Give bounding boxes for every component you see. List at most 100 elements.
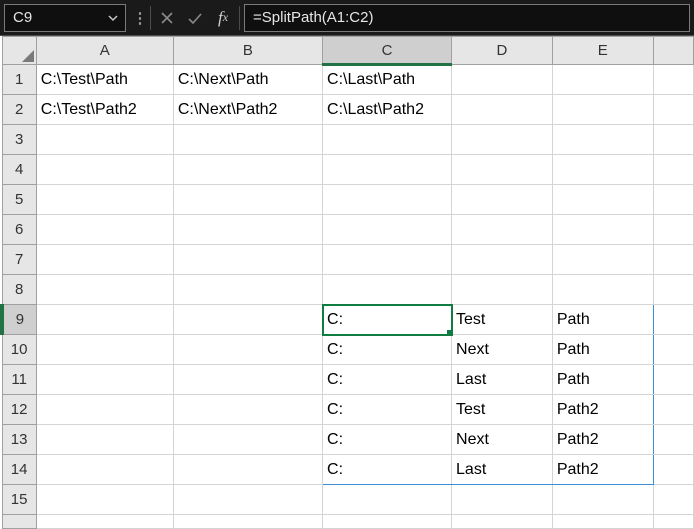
- cell-B6[interactable]: [173, 215, 322, 245]
- cell-B8[interactable]: [173, 275, 322, 305]
- cell-E9[interactable]: Path: [552, 305, 653, 335]
- cell-D4[interactable]: [452, 155, 553, 185]
- cell-D11[interactable]: Last: [452, 365, 553, 395]
- cell-D13[interactable]: Next: [452, 425, 553, 455]
- row-header-13[interactable]: 13: [2, 425, 36, 455]
- row-header-6[interactable]: 6: [2, 215, 36, 245]
- cell-B7[interactable]: [173, 245, 322, 275]
- cell-F15[interactable]: [653, 485, 693, 515]
- cell-B12[interactable]: [173, 395, 322, 425]
- cell-F13[interactable]: [653, 425, 693, 455]
- row-header-11[interactable]: 11: [2, 365, 36, 395]
- cell-B5[interactable]: [173, 185, 322, 215]
- cell-C16[interactable]: [323, 515, 452, 529]
- cell-C5[interactable]: [323, 185, 452, 215]
- cell-C1[interactable]: C:\Last\Path: [323, 65, 452, 95]
- row-header-7[interactable]: 7: [2, 245, 36, 275]
- cell-F8[interactable]: [653, 275, 693, 305]
- cell-F5[interactable]: [653, 185, 693, 215]
- col-header-A[interactable]: A: [36, 37, 173, 65]
- row-header-5[interactable]: 5: [2, 185, 36, 215]
- cell-F12[interactable]: [653, 395, 693, 425]
- cell-C13[interactable]: C:: [323, 425, 452, 455]
- cell-A4[interactable]: [36, 155, 173, 185]
- cell-B2[interactable]: C:\Next\Path2: [173, 95, 322, 125]
- spreadsheet-grid[interactable]: A B C D E 1C:\Test\PathC:\Next\PathC:\La…: [0, 36, 694, 529]
- cell-B15[interactable]: [173, 485, 322, 515]
- cell-F6[interactable]: [653, 215, 693, 245]
- row-header-9[interactable]: 9: [2, 305, 36, 335]
- cell-C3[interactable]: [323, 125, 452, 155]
- chevron-down-icon[interactable]: [107, 12, 119, 24]
- row-header-14[interactable]: 14: [2, 455, 36, 485]
- cell-E7[interactable]: [552, 245, 653, 275]
- cell-A16[interactable]: [36, 515, 173, 529]
- cell-F2[interactable]: [653, 95, 693, 125]
- cell-E1[interactable]: [552, 65, 653, 95]
- cell-C11[interactable]: C:: [323, 365, 452, 395]
- cell-D6[interactable]: [452, 215, 553, 245]
- cell-B1[interactable]: C:\Next\Path: [173, 65, 322, 95]
- cell-C9[interactable]: C:: [323, 305, 452, 335]
- cell-E2[interactable]: [552, 95, 653, 125]
- col-header-E[interactable]: E: [552, 37, 653, 65]
- cell-F11[interactable]: [653, 365, 693, 395]
- cell-E10[interactable]: Path: [552, 335, 653, 365]
- cell-E15[interactable]: [552, 485, 653, 515]
- cell-D1[interactable]: [452, 65, 553, 95]
- cell-B10[interactable]: [173, 335, 322, 365]
- cell-B4[interactable]: [173, 155, 322, 185]
- cell-A2[interactable]: C:\Test\Path2: [36, 95, 173, 125]
- row-header-10[interactable]: 10: [2, 335, 36, 365]
- fx-icon[interactable]: fx: [209, 4, 237, 32]
- col-header-blank[interactable]: [653, 37, 693, 65]
- cell-A15[interactable]: [36, 485, 173, 515]
- cell-A3[interactable]: [36, 125, 173, 155]
- cell-A13[interactable]: [36, 425, 173, 455]
- cell-B14[interactable]: [173, 455, 322, 485]
- cell-D15[interactable]: [452, 485, 553, 515]
- cell-F1[interactable]: [653, 65, 693, 95]
- name-box[interactable]: C9: [4, 4, 126, 32]
- cell-C12[interactable]: C:: [323, 395, 452, 425]
- cell-D8[interactable]: [452, 275, 553, 305]
- cell-C4[interactable]: [323, 155, 452, 185]
- cell-E3[interactable]: [552, 125, 653, 155]
- cell-E5[interactable]: [552, 185, 653, 215]
- cell-A9[interactable]: [36, 305, 173, 335]
- cell-E14[interactable]: Path2: [552, 455, 653, 485]
- cancel-icon[interactable]: [153, 4, 181, 32]
- cell-B3[interactable]: [173, 125, 322, 155]
- cell-A12[interactable]: [36, 395, 173, 425]
- cell-C10[interactable]: C:: [323, 335, 452, 365]
- cell-A6[interactable]: [36, 215, 173, 245]
- cell-B9[interactable]: [173, 305, 322, 335]
- cell-D2[interactable]: [452, 95, 553, 125]
- row-header-15[interactable]: 15: [2, 485, 36, 515]
- cell-E11[interactable]: Path: [552, 365, 653, 395]
- cell-C2[interactable]: C:\Last\Path2: [323, 95, 452, 125]
- cell-E13[interactable]: Path2: [552, 425, 653, 455]
- row-header-8[interactable]: 8: [2, 275, 36, 305]
- cell-E12[interactable]: Path2: [552, 395, 653, 425]
- cell-A1[interactable]: C:\Test\Path: [36, 65, 173, 95]
- col-header-B[interactable]: B: [173, 37, 322, 65]
- formula-input[interactable]: =SplitPath(A1:C2): [244, 4, 690, 32]
- row-header-4[interactable]: 4: [2, 155, 36, 185]
- row-header-3[interactable]: 3: [2, 125, 36, 155]
- cell-D16[interactable]: [452, 515, 553, 529]
- row-header-12[interactable]: 12: [2, 395, 36, 425]
- cell-F4[interactable]: [653, 155, 693, 185]
- cell-D7[interactable]: [452, 245, 553, 275]
- row-header-16[interactable]: [2, 515, 36, 529]
- cell-D14[interactable]: Last: [452, 455, 553, 485]
- cell-D9[interactable]: Test: [452, 305, 553, 335]
- cell-B13[interactable]: [173, 425, 322, 455]
- cell-D12[interactable]: Test: [452, 395, 553, 425]
- cell-C15[interactable]: [323, 485, 452, 515]
- cell-A8[interactable]: [36, 275, 173, 305]
- cell-C14[interactable]: C:: [323, 455, 452, 485]
- col-header-C[interactable]: C: [323, 37, 452, 65]
- cell-E4[interactable]: [552, 155, 653, 185]
- cell-D5[interactable]: [452, 185, 553, 215]
